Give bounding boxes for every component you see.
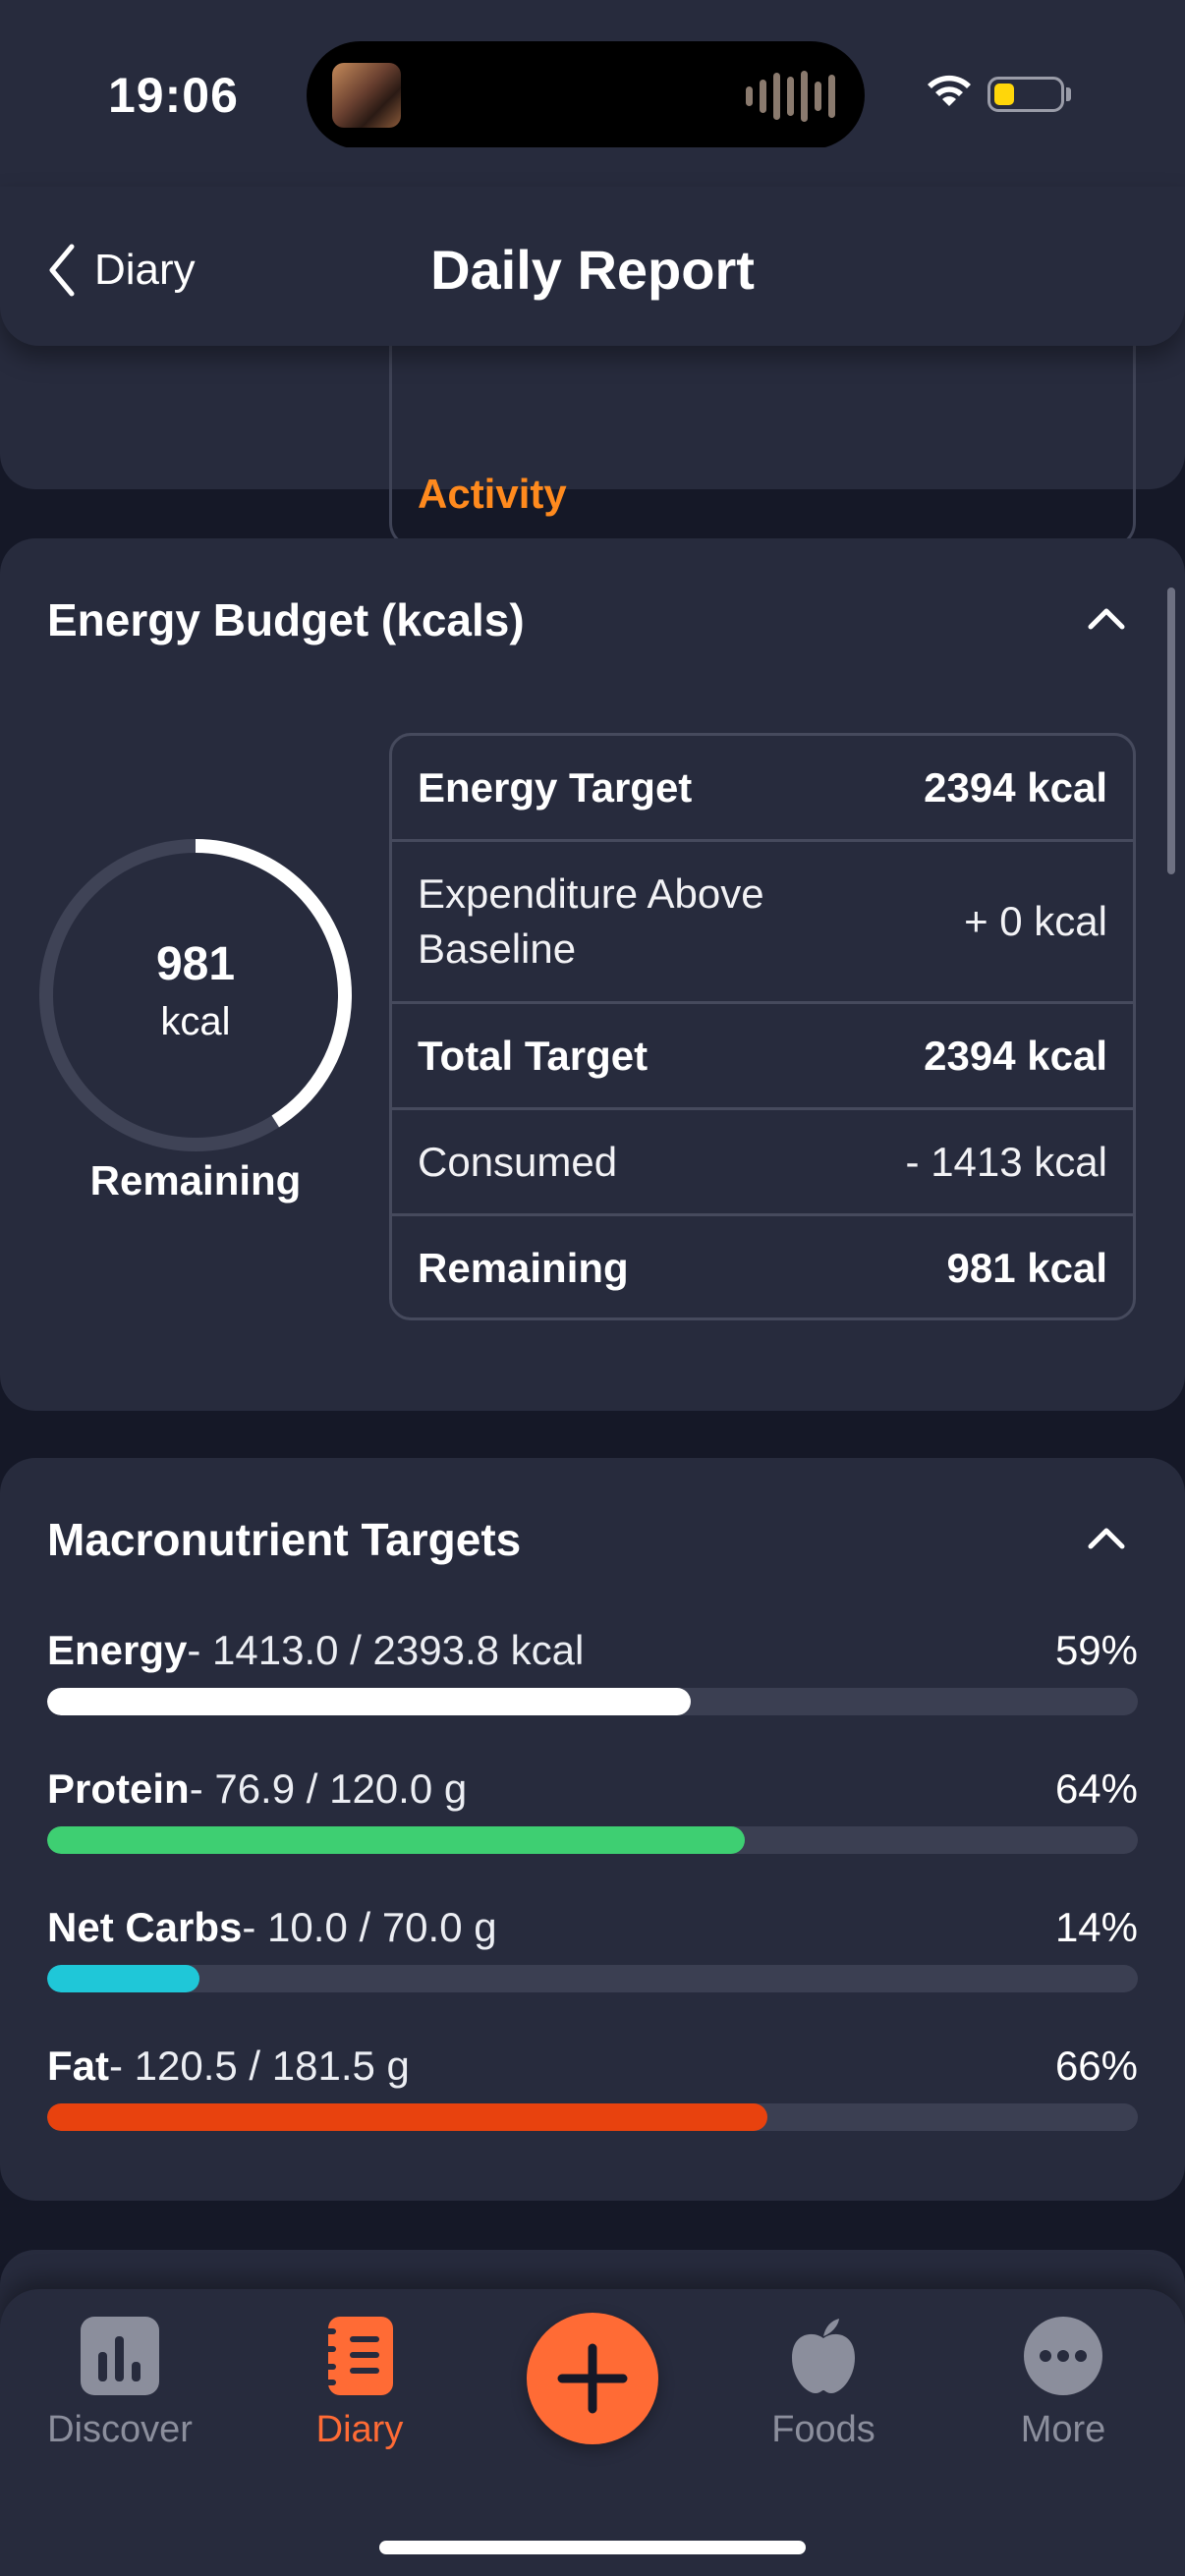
row-value: 2394 kcal <box>924 1032 1107 1079</box>
page-title: Daily Report <box>430 239 755 301</box>
nav-header: Diary Daily Report <box>0 187 1185 346</box>
activity-label: Activity <box>418 471 567 517</box>
tab-discover[interactable]: Discover <box>22 2289 218 2486</box>
dynamic-island[interactable] <box>307 41 865 149</box>
add-button[interactable] <box>527 2313 658 2444</box>
energy-table: Energy Target 2394 kcal Expenditure Abov… <box>389 733 1136 1320</box>
plus-icon <box>557 2343 628 2414</box>
macro-detail: - 76.9 / 120.0 g <box>189 1765 468 1812</box>
macro-name: Energy <box>47 1627 188 1673</box>
status-time: 19:06 <box>108 68 239 123</box>
ring-unit: kcal <box>160 1000 231 1043</box>
bar-chart-icon <box>81 2317 159 2395</box>
collapse-chevron-up-icon[interactable] <box>1087 1525 1126 1552</box>
macro-bar-track <box>47 1826 1138 1854</box>
now-playing-artwork <box>332 63 401 128</box>
macro-bar-fill <box>47 1965 200 1992</box>
macro-bar-track <box>47 2103 1138 2131</box>
macro-name: Net Carbs <box>47 1904 243 1950</box>
macro-bar-track <box>47 1688 1138 1715</box>
total-target-row: Total Target 2394 kcal <box>392 1004 1133 1110</box>
macro-percent: 59% <box>1054 1627 1138 1673</box>
notebook-icon <box>322 2317 393 2395</box>
tab-diary[interactable]: Diary <box>261 2289 458 2486</box>
battery-icon <box>988 77 1064 112</box>
battery-cap <box>1066 87 1071 101</box>
row-value: 2394 kcal <box>924 763 1107 811</box>
row-value: - 1413 kcal <box>905 1138 1107 1185</box>
macro-row-fat[interactable]: Fat- 120.5 / 181.5 g 66% <box>47 2043 1138 2131</box>
remaining-row: Remaining 981 kcal <box>392 1216 1133 1317</box>
row-value: + 0 kcal <box>964 898 1107 944</box>
energy-target-row: Energy Target 2394 kcal <box>392 736 1133 842</box>
macro-name: Protein <box>47 1765 190 1812</box>
row-value: 981 kcal <box>946 1245 1108 1291</box>
tab-label: Foods <box>771 2409 875 2450</box>
energy-budget-title: Energy Budget (kcals) <box>47 594 525 645</box>
macro-percent: 64% <box>1054 1765 1138 1812</box>
tab-label: More <box>1020 2409 1106 2450</box>
energy-budget-card: Energy Budget (kcals) 981 kcal Remaining… <box>0 538 1185 1411</box>
macro-row-energy[interactable]: Energy- 1413.0 / 2393.8 kcal 59% <box>47 1627 1138 1715</box>
row-label: Energy Target <box>418 763 693 811</box>
macro-detail: - 120.5 / 181.5 g <box>109 2043 410 2089</box>
apple-icon <box>792 2319 855 2393</box>
macro-percent: 66% <box>1054 2043 1138 2089</box>
more-dots-icon <box>1024 2317 1102 2395</box>
macro-bar-fill <box>47 1688 691 1715</box>
macro-name: Fat <box>47 2043 109 2089</box>
ring-value: 981 <box>155 938 236 990</box>
macro-bar-fill <box>47 1826 746 1854</box>
macro-bar-track <box>47 1965 1138 1992</box>
macro-row-protein[interactable]: Protein- 76.9 / 120.0 g 64% <box>47 1765 1138 1854</box>
scrollbar[interactable] <box>1167 588 1175 874</box>
tab-more[interactable]: More <box>965 2289 1161 2486</box>
row-label: Total Target <box>418 1032 649 1079</box>
tab-foods[interactable]: Foods <box>725 2289 922 2486</box>
macro-row-net-carbs[interactable]: Net Carbs- 10.0 / 70.0 g 14% <box>47 1904 1138 1992</box>
tab-bar: Discover Diary Foods More <box>0 2289 1185 2576</box>
ring-caption: Remaining <box>89 1157 302 1204</box>
wifi-icon <box>928 75 971 106</box>
tab-label: Discover <box>47 2409 193 2450</box>
row-label: Expenditure Above Baseline <box>418 870 764 972</box>
macro-detail: - 10.0 / 70.0 g <box>242 1904 497 1950</box>
macro-bar-fill <box>47 2103 767 2131</box>
row-label: Consumed <box>418 1138 618 1185</box>
row-label: Remaining <box>418 1245 629 1291</box>
macro-detail: - 1413.0 / 2393.8 kcal <box>187 1627 585 1673</box>
home-indicator[interactable] <box>379 2541 806 2554</box>
macronutrient-card: Macronutrient Targets Energy- 1413.0 / 2… <box>0 1458 1185 2201</box>
tab-label: Diary <box>315 2409 404 2450</box>
collapse-chevron-up-icon[interactable] <box>1087 605 1126 633</box>
remaining-ring: 981 kcal <box>33 833 358 1157</box>
macro-percent: 14% <box>1054 1904 1138 1950</box>
audio-waveform-icon <box>746 69 835 124</box>
consumed-row: Consumed - 1413 kcal <box>392 1110 1133 1216</box>
expenditure-row: Expenditure Above Baseline + 0 kcal <box>392 842 1133 1004</box>
macronutrient-title: Macronutrient Targets <box>47 1514 522 1565</box>
